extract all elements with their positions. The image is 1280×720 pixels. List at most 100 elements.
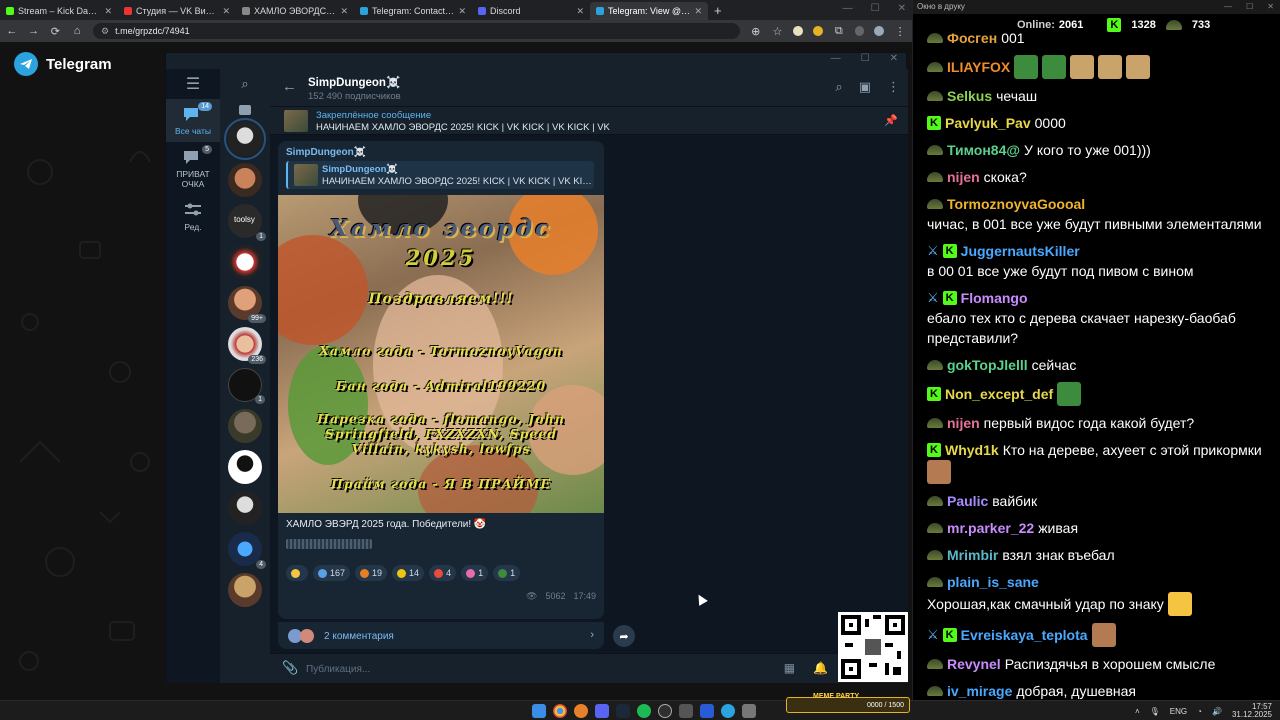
maximize-icon[interactable]: ☐ <box>1246 0 1253 14</box>
chat-avatar[interactable]: 99+ <box>228 286 266 323</box>
chat-avatar[interactable]: 1 <box>228 368 265 404</box>
chat-username[interactable]: nijen <box>947 167 980 187</box>
chat-avatar[interactable] <box>228 491 262 525</box>
spoiler-text[interactable] <box>286 539 372 549</box>
chat-avatar[interactable] <box>228 245 262 279</box>
tab-discord[interactable]: Discord ✕ <box>472 2 590 20</box>
chat-username[interactable]: iv_mirage <box>947 681 1012 701</box>
chat-username[interactable]: JuggernautsKiller <box>961 241 1080 261</box>
close-icon[interactable]: ✕ <box>890 53 898 69</box>
extensions-puzzle-icon[interactable]: ⧉ <box>833 25 845 38</box>
minimize-icon[interactable]: — <box>843 3 853 14</box>
tab-telegram-contact[interactable]: Telegram: Contact @grpzdc ✕ <box>354 2 472 20</box>
reaction[interactable]: 19 <box>355 565 388 581</box>
steam-icon[interactable] <box>616 704 630 718</box>
close-icon[interactable]: ✕ <box>340 6 348 17</box>
extension-icon[interactable] <box>793 26 804 36</box>
chat-username[interactable]: gokTopJlelll <box>947 355 1028 375</box>
close-icon[interactable]: ✕ <box>104 6 112 17</box>
app-icon[interactable] <box>679 704 693 718</box>
schedule-icon[interactable]: ▦ <box>784 661 795 675</box>
post-image[interactable]: Хамло эвордс 2025 Поздравляем!!! Хамло г… <box>278 195 604 513</box>
chat-avatar[interactable]: 4 <box>228 532 266 569</box>
download-icon[interactable] <box>854 26 865 36</box>
close-icon[interactable]: ✕ <box>576 6 584 17</box>
chat-username[interactable]: Flomango <box>961 288 1028 308</box>
pin-list-icon[interactable]: 📌 <box>884 114 898 127</box>
chat-avatar[interactable]: toolsy 1 <box>228 204 266 241</box>
minimize-icon[interactable]: — <box>831 53 841 69</box>
site-info-icon[interactable]: ⚙ <box>101 26 109 37</box>
chat-avatar[interactable] <box>228 573 262 607</box>
reaction[interactable]: 14 <box>392 565 425 581</box>
close-window-icon[interactable]: ✕ <box>898 3 906 14</box>
more-options-icon[interactable]: ⋮ <box>887 79 900 95</box>
language-indicator[interactable]: ENG <box>1170 707 1187 716</box>
back-arrow-icon[interactable]: ← <box>282 78 297 95</box>
app-icon[interactable] <box>742 704 756 718</box>
forward-icon[interactable]: → <box>28 25 40 37</box>
wifi-icon[interactable]: ◔ <box>1197 707 1202 716</box>
tab-video-file[interactable]: ХАМЛО ЭВОРДС 2025.mp4 ✕ <box>236 2 354 20</box>
discord-icon[interactable] <box>595 704 609 718</box>
chat-username[interactable]: Whyd1k <box>945 440 999 460</box>
chat-avatar[interactable] <box>228 163 262 197</box>
chrome-icon[interactable] <box>553 704 567 718</box>
share-button[interactable]: ➦ <box>613 625 635 647</box>
chat-username[interactable]: mr.parker_22 <box>947 518 1034 538</box>
sidebar-toggle-icon[interactable]: ▣ <box>859 79 871 95</box>
chat-username[interactable]: Revynel <box>947 654 1001 674</box>
menu-dots-icon[interactable]: ⋮ <box>894 25 906 38</box>
chat-avatar[interactable] <box>228 450 262 484</box>
chat-username[interactable]: Selkus <box>947 86 992 106</box>
hamburger-menu-icon[interactable]: ☰ <box>166 69 220 99</box>
reaction[interactable]: 1 <box>461 565 489 581</box>
bookmark-star-icon[interactable]: ☆ <box>772 25 784 38</box>
reaction-star[interactable] <box>286 565 308 581</box>
obs-icon[interactable] <box>658 704 672 718</box>
windows-start-icon[interactable] <box>532 704 546 718</box>
reaction[interactable]: 1 <box>493 565 521 581</box>
app-icon[interactable] <box>700 704 714 718</box>
search-icon[interactable]: ⌕ <box>835 79 842 95</box>
chat-avatar[interactable] <box>224 118 266 160</box>
reply-preview[interactable]: SimpDungeon☠️ НАЧИНАЕМ ХАМЛО ЭВОРДС 2025… <box>286 161 594 189</box>
url-field[interactable]: ⚙ t.me/grpzdc/74941 <box>93 23 740 39</box>
chat-username[interactable]: Evreiskaya_teplota <box>961 625 1088 645</box>
chat-username[interactable]: Фосген <box>947 28 997 48</box>
reload-icon[interactable]: ⟳ <box>50 25 62 38</box>
chat-username[interactable]: Pavlyuk_Pav <box>945 113 1031 133</box>
chat-username[interactable]: Non_except_def <box>945 384 1053 404</box>
chat-username[interactable]: plain_is_sane <box>947 572 1039 592</box>
clock[interactable]: 17:57 31.12.2025 <box>1232 703 1272 719</box>
folder-private[interactable]: 5 ПРИВАТ ОЧКА <box>166 142 220 195</box>
archive-icon[interactable] <box>239 105 251 115</box>
zoom-icon[interactable]: ⊕ <box>750 25 762 38</box>
pinned-message-bar[interactable]: Закреплённое сообщение НАЧИНАЕМ ХАМЛО ЭВ… <box>270 107 908 135</box>
app-icon[interactable] <box>574 704 588 718</box>
telegram-logo[interactable]: Telegram <box>14 52 112 76</box>
search-icon[interactable]: ⌕ <box>220 69 270 99</box>
chat-avatar[interactable]: 236 <box>228 327 266 364</box>
chat-username[interactable]: Тимон84@ <box>947 140 1020 160</box>
folder-edit[interactable]: Ред. <box>166 195 220 238</box>
post-input[interactable] <box>306 660 766 678</box>
channel-name[interactable]: SimpDungeon☠️ <box>308 75 400 89</box>
chat-username[interactable]: TormoznoyvaGoooal <box>947 194 1085 214</box>
tab-kick-dashboard[interactable]: Stream – Kick Dashboard ✕ <box>0 2 118 20</box>
chat-username[interactable]: Paulic <box>947 491 988 511</box>
close-icon[interactable]: ✕ <box>458 6 466 17</box>
extension-icon[interactable] <box>813 26 823 36</box>
home-icon[interactable]: ⌂ <box>71 25 83 37</box>
volume-icon[interactable]: 🔊 <box>1212 707 1222 716</box>
close-icon[interactable]: ✕ <box>1267 0 1274 14</box>
maximize-icon[interactable]: ☐ <box>861 53 870 69</box>
reaction[interactable]: 167 <box>313 565 351 581</box>
post-author[interactable]: SimpDungeon☠️ <box>286 147 366 158</box>
back-icon[interactable]: ← <box>6 25 18 37</box>
chat-username[interactable]: nijen <box>947 413 980 433</box>
close-icon[interactable]: ✕ <box>222 6 230 17</box>
chat-username[interactable]: ILIAYFOX <box>947 57 1010 77</box>
tab-telegram-view[interactable]: Telegram: View @grpzdc ✕ <box>590 2 708 20</box>
new-tab-icon[interactable]: + <box>714 3 722 18</box>
